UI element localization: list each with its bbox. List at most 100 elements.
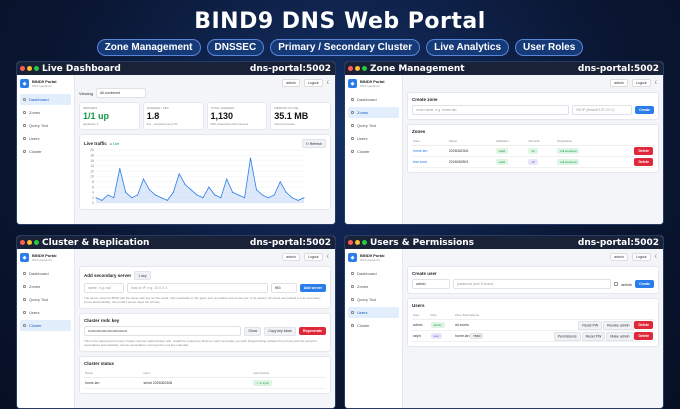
sidebar-item-users[interactable]: Users <box>20 133 71 144</box>
y-tick-label: 2 <box>92 196 94 200</box>
traffic-point <box>95 197 97 199</box>
make-admin-button[interactable]: Make admin <box>606 331 634 341</box>
checkbox-icon[interactable] <box>614 282 619 286</box>
server-port-input[interactable]: 953 <box>270 283 297 293</box>
sidebar-item-dashboard[interactable]: Dashboard <box>348 94 399 105</box>
delete-zone-button[interactable]: Delete <box>634 158 653 166</box>
stat-sub: appliance-1 <box>83 122 99 126</box>
logout-button[interactable]: Logout <box>303 79 323 87</box>
rndc-key-field[interactable]: •••••••••••••••••••••••••••••••• <box>84 326 242 336</box>
password-input[interactable]: password (min 8 chars) <box>453 279 612 289</box>
server-name-input[interactable]: name, e.g. ns2 <box>84 283 124 293</box>
traffic-point <box>125 191 127 193</box>
create-user-button[interactable]: Create <box>635 280 654 288</box>
sidebar-item-cluster[interactable]: Cluster <box>20 320 71 331</box>
maximize-dot-icon[interactable] <box>362 66 367 71</box>
traffic-title: Live traffic <box>84 141 107 146</box>
minimize-dot-icon[interactable] <box>27 66 32 71</box>
y-tick-label: 16 <box>90 159 94 163</box>
nav-label: Query Tool <box>357 123 377 128</box>
sidebar-item-dashboard[interactable]: Dashboard <box>348 268 399 279</box>
cluster-window: Cluster & Replication dns-portal:5002 ◆ B… <box>16 235 336 409</box>
sidebar-item-zones[interactable]: Zones <box>348 281 399 292</box>
sidebar-item-cluster[interactable]: Cluster <box>20 146 71 157</box>
copy-key-button[interactable]: Copy key block <box>264 326 296 336</box>
delete-zone-button[interactable]: Delete <box>634 147 653 155</box>
server-host-input[interactable]: host or IP, e.g. 10.0.0.3 <box>127 283 268 293</box>
users-icon <box>23 311 26 314</box>
stat-value: 35.1 MB <box>274 111 309 121</box>
sidebar-item-zones[interactable]: Zones <box>20 281 71 292</box>
add-server-button[interactable]: Add server <box>299 284 326 292</box>
server-select[interactable]: All combined <box>95 88 146 98</box>
role-badge: admin <box>430 322 445 328</box>
sidebar-item-zones[interactable]: Zones <box>348 107 399 118</box>
sidebar-item-query-tool[interactable]: Query Tool <box>20 120 71 131</box>
theme-toggle-icon[interactable]: ☾ <box>327 80 331 86</box>
traffic-point <box>166 199 168 201</box>
delete-user-button[interactable]: Delete <box>634 332 653 340</box>
sidebar-item-dashboard[interactable]: Dashboard <box>20 268 71 279</box>
sidebar-item-query-tool[interactable]: Query Tool <box>348 294 399 305</box>
admin-checkbox[interactable]: admin <box>614 282 632 287</box>
user-badge[interactable]: admin <box>282 79 300 87</box>
logout-button[interactable]: Logout <box>631 79 651 87</box>
sidebar-item-users[interactable]: Users <box>348 307 399 318</box>
zone-name-input[interactable]: zone name, e.g. home.lan <box>412 105 570 115</box>
reset-pw-button[interactable]: Reset PW <box>578 320 603 330</box>
dashboard-window: Live Dashboard dns-portal:5002 ◆ BIND9 Po… <box>16 61 336 225</box>
window-titlebar: Users & Permissions dns-portal:5002 <box>345 236 663 249</box>
theme-toggle-icon[interactable]: ☾ <box>327 254 331 260</box>
username-input[interactable]: admin <box>412 279 450 289</box>
close-dot-icon[interactable] <box>348 66 353 71</box>
rndc-key-title: Cluster rndc key <box>84 318 120 323</box>
pill-zone-management: Zone Management <box>96 39 201 56</box>
user-badge[interactable]: admin <box>282 253 300 261</box>
add-server-note: The server must run BIND with the same r… <box>84 296 321 304</box>
close-dot-icon[interactable] <box>348 240 353 245</box>
permissions-button[interactable]: Permissions <box>553 331 581 341</box>
sidebar-item-users[interactable]: Users <box>20 307 71 318</box>
reset-pw-button[interactable]: Reset PW <box>581 331 606 341</box>
logout-button[interactable]: Logout <box>303 253 323 261</box>
nav-label: Query Tool <box>29 297 49 302</box>
delete-user-button[interactable]: Delete <box>634 321 653 329</box>
logout-button[interactable]: Logout <box>631 253 651 261</box>
traffic-point <box>291 197 293 199</box>
theme-toggle-icon[interactable]: ☾ <box>655 80 659 86</box>
users-title: Users <box>412 303 425 308</box>
user-badge[interactable]: admin <box>610 79 628 87</box>
sidebar-item-cluster[interactable]: Cluster <box>348 146 399 157</box>
sidebar-item-query-tool[interactable]: Query Tool <box>348 120 399 131</box>
maximize-dot-icon[interactable] <box>34 66 39 71</box>
traffic-point <box>107 194 109 196</box>
sidebar-item-users[interactable]: Users <box>348 133 399 144</box>
show-key-button[interactable]: Show <box>244 326 262 336</box>
create-zone-button[interactable]: Create <box>635 106 654 114</box>
user-permission: home.lan <box>455 334 470 338</box>
minimize-dot-icon[interactable] <box>355 66 360 71</box>
sidebar-item-zones[interactable]: Zones <box>20 107 71 118</box>
col-role: Role <box>429 311 455 320</box>
sidebar-item-dashboard[interactable]: Dashboard <box>20 94 71 105</box>
revoke-admin-button[interactable]: Revoke admin <box>603 320 634 330</box>
sidebar-item-cluster[interactable]: Cluster <box>348 320 399 331</box>
user-badge[interactable]: admin <box>610 253 628 261</box>
zone-link[interactable]: home.lan <box>413 149 427 153</box>
admin-label: admin <box>621 281 633 287</box>
ns-ip-input[interactable]: NS IP (default 127.0.0.1) <box>572 105 633 115</box>
sidebar-item-query-tool[interactable]: Query Tool <box>20 294 71 305</box>
minimize-dot-icon[interactable] <box>27 240 32 245</box>
close-dot-icon[interactable] <box>20 66 25 71</box>
shield-logo-icon: ◆ <box>20 79 29 88</box>
minimize-dot-icon[interactable] <box>355 240 360 245</box>
y-tick-label: 4 <box>92 191 94 195</box>
maximize-dot-icon[interactable] <box>34 240 39 245</box>
records-badge: sff <box>528 159 538 165</box>
traffic-point <box>184 183 186 185</box>
regenerate-key-button[interactable]: Regenerate <box>298 327 326 335</box>
theme-toggle-icon[interactable]: ☾ <box>655 254 659 260</box>
maximize-dot-icon[interactable] <box>362 240 367 245</box>
zone-link[interactable]: test.zone <box>413 160 427 164</box>
close-dot-icon[interactable] <box>20 240 25 245</box>
